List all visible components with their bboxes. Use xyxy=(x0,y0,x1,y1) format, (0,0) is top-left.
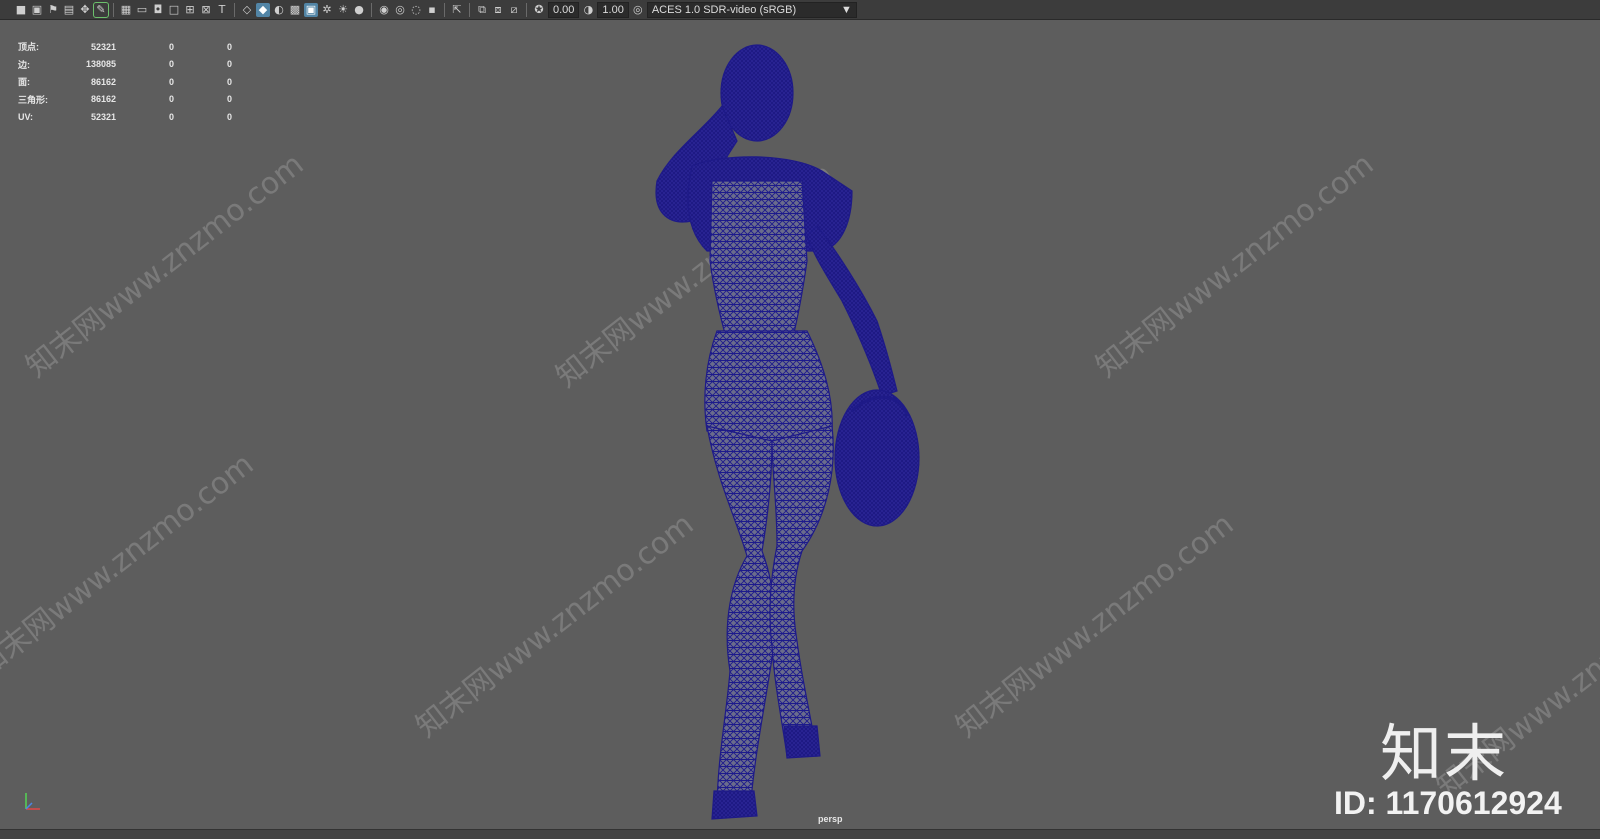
hud-icon[interactable]: ▪ xyxy=(425,3,439,17)
wireframe-model[interactable] xyxy=(2,21,1598,828)
anti-alias-icon[interactable]: ◎ xyxy=(393,3,407,17)
depth-of-field-icon[interactable]: ◌ xyxy=(409,3,423,17)
resolution-gate-icon[interactable]: ◘ xyxy=(151,3,165,17)
toolbar-separator xyxy=(469,2,470,17)
select-icon[interactable]: ⇱ xyxy=(450,3,464,17)
bookmark-icon[interactable]: ⚑ xyxy=(46,3,60,17)
safe-action-icon[interactable]: ⊠ xyxy=(199,3,213,17)
model-head xyxy=(720,44,794,142)
2d-pan-icon[interactable]: ✥ xyxy=(78,3,92,17)
field-chart-icon[interactable]: ⊞ xyxy=(183,3,197,17)
model-hips xyxy=(704,330,833,447)
parallel-icon[interactable]: ⧈ xyxy=(491,3,505,17)
watermark-logo: 知末 xyxy=(1380,717,1509,790)
image-plane-icon[interactable]: ▤ xyxy=(62,3,76,17)
gate-mask-icon[interactable]: □ xyxy=(167,3,181,17)
toolbar-separator xyxy=(371,2,372,17)
default-material-icon[interactable]: ◐ xyxy=(272,3,286,17)
grease-pencil-icon[interactable]: ✎ xyxy=(93,1,109,18)
camera-guide-icon[interactable]: ⧉ xyxy=(475,3,489,17)
film-gate-icon[interactable]: ▭ xyxy=(135,3,149,17)
smooth-shade-icon[interactable]: ◆ xyxy=(256,2,270,17)
color-management-icon[interactable]: ◎ xyxy=(631,3,645,17)
gamma-icon[interactable]: ◑ xyxy=(581,3,595,17)
camera-name-label: persp xyxy=(818,814,843,824)
motion-blur-icon[interactable]: ◉ xyxy=(377,3,391,17)
color-space-label: ACES 1.0 SDR-video (sRGB) xyxy=(651,3,797,16)
exposure-field[interactable]: 0.00 xyxy=(548,1,580,18)
model-left-leg xyxy=(706,425,776,812)
toolbar-separator xyxy=(526,2,527,17)
camera-icon[interactable]: ■ xyxy=(14,3,28,17)
gamma-field[interactable]: 1.00 xyxy=(597,1,629,18)
viewport-toolbar: ■ ▣ ⚑ ▤ ✥ ✎ ▦ ▭ ◘ □ ⊞ ⊠ T ◇ ◆ ◐ ▩ ▣ ✲ ☀ … xyxy=(0,0,1600,20)
xray-icon[interactable]: ▩ xyxy=(288,3,302,17)
toolbar-separator xyxy=(234,2,235,17)
model-torso xyxy=(709,180,808,342)
model-right-leg xyxy=(769,425,834,757)
toolbar-separator xyxy=(113,2,114,17)
camera-attrs-icon[interactable]: ▣ xyxy=(30,3,44,17)
safe-title-icon[interactable]: T xyxy=(215,3,229,17)
ambient-occlusion-icon[interactable]: ● xyxy=(352,3,366,17)
grid-icon[interactable]: ▦ xyxy=(119,3,133,17)
lights-icon[interactable]: ✲ xyxy=(320,3,334,17)
wireframe-icon[interactable]: ◇ xyxy=(240,3,254,17)
shadows-icon[interactable]: ☀ xyxy=(336,3,350,17)
color-space-dropdown[interactable]: ACES 1.0 SDR-video (sRGB) ▼ xyxy=(646,1,857,18)
toolbar-separator xyxy=(444,2,445,17)
isolate-icon[interactable]: ▣ xyxy=(304,2,318,17)
stereo-icon[interactable]: ⧄ xyxy=(507,3,521,17)
model-right-foot xyxy=(783,725,821,759)
model-left-foot xyxy=(711,790,758,820)
watermark-id: ID: 1170612924 xyxy=(1334,785,1562,821)
axis-gizmo-icon xyxy=(25,793,40,810)
exposure-icon[interactable]: ✪ xyxy=(532,3,546,17)
3d-viewport[interactable]: 知末网www.znzmo.com 知末网www.znzmo.com 知末网www… xyxy=(0,21,1600,828)
chevron-down-icon: ▼ xyxy=(840,3,852,16)
